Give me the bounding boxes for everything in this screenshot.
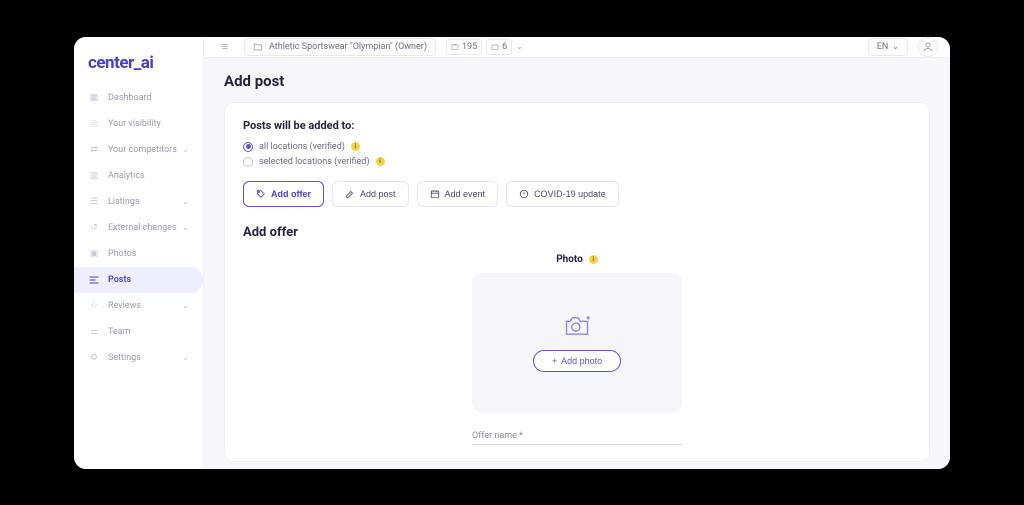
post-form-card: Posts will be added to: all locations (v… [224, 102, 930, 462]
offer-name-label: Offer name * [472, 431, 682, 441]
section-title: Add offer [243, 225, 911, 240]
calendar-icon [430, 189, 440, 199]
folder-label: Athletic Sportswear "Olympian" (Owner) [269, 42, 427, 52]
radio-label: selected locations (verified) [259, 157, 370, 167]
stat-verified: 195 [446, 39, 482, 55]
app-window: center_ai ▦ Dashboard ◎ Your visibility … [74, 37, 950, 469]
image-icon: ▣ [88, 248, 100, 260]
post-type-tabs: Add offer Add post Add event [243, 181, 911, 207]
gear-icon: ⚙ [88, 352, 100, 364]
chevron-down-icon: ⌄ [516, 42, 523, 51]
sidebar-item-label: External changes [108, 223, 182, 233]
topbar: ≡ Athletic Sportswear "Olympian" (Owner)… [204, 37, 950, 58]
radio-checked-icon [243, 142, 253, 152]
tab-label: COVID-19 update [534, 189, 606, 199]
language-label: EN [877, 42, 889, 52]
chevron-down-icon: ⌄ [182, 301, 189, 310]
tag-icon [256, 189, 266, 199]
sidebar-item-label: Your visibility [108, 119, 189, 129]
avatar[interactable] [918, 37, 938, 57]
chevron-down-icon: ⌄ [182, 353, 189, 362]
sidebar-item-label: Photos [108, 249, 189, 259]
add-photo-label: Add photo [561, 356, 602, 366]
sidebar: center_ai ▦ Dashboard ◎ Your visibility … [74, 37, 204, 469]
sidebar-item-label: Analytics [108, 171, 189, 181]
nav: ▦ Dashboard ◎ Your visibility ⇄ Your com… [74, 85, 203, 371]
main: ≡ Athletic Sportswear "Olympian" (Owner)… [204, 37, 950, 469]
chevron-down-icon: ⌄ [892, 42, 899, 51]
photo-label: Photo [556, 254, 583, 265]
photo-section: Photo i + Add phot [243, 254, 911, 445]
folder-selector[interactable]: Athletic Sportswear "Olympian" (Owner) [244, 38, 436, 56]
sidebar-item-settings[interactable]: ⚙ Settings ⌄ [74, 345, 203, 371]
tab-label: Add event [445, 189, 486, 199]
photo-dropzone[interactable]: + Add photo [472, 273, 682, 413]
chevron-down-icon: ⌄ [182, 197, 189, 206]
language-selector[interactable]: EN ⌄ [868, 38, 908, 56]
pencil-icon [345, 189, 355, 199]
stat-pending: 6 [486, 39, 512, 55]
folder-icon [253, 42, 263, 52]
add-photo-button[interactable]: + Add photo [533, 350, 621, 372]
sidebar-item-label: Settings [108, 353, 182, 363]
sidebar-item-team[interactable]: ⚌ Team [74, 319, 203, 345]
star-icon: ☆ [88, 300, 100, 312]
tab-add-post[interactable]: Add post [332, 181, 409, 207]
grid-icon: ▦ [88, 92, 100, 104]
sidebar-item-visibility[interactable]: ◎ Your visibility [74, 111, 203, 137]
logo-text: center_ai [88, 53, 153, 73]
scope-title: Posts will be added to: [243, 119, 911, 132]
sidebar-item-posts[interactable]: Posts [74, 267, 203, 293]
radio-all-locations[interactable]: all locations (verified) i [243, 142, 911, 152]
plus-icon: + [552, 356, 557, 366]
info-icon[interactable]: i [589, 255, 598, 264]
logo: center_ai [74, 47, 203, 85]
sidebar-item-external-changes[interactable]: ↺ External changes ⌄ [74, 215, 203, 241]
sidebar-item-competitors[interactable]: ⇄ Your competitors ⌄ [74, 137, 203, 163]
swap-icon: ↺ [88, 222, 100, 234]
chevron-down-icon: ⌄ [182, 223, 189, 232]
compare-icon: ⇄ [88, 144, 100, 156]
offer-name-input[interactable] [472, 444, 682, 445]
radio-selected-locations[interactable]: selected locations (verified) i [243, 157, 911, 167]
tab-label: Add post [360, 189, 396, 199]
sidebar-item-label: Team [108, 327, 189, 337]
sidebar-item-dashboard[interactable]: ▦ Dashboard [74, 85, 203, 111]
sidebar-item-photos[interactable]: ▣ Photos [74, 241, 203, 267]
eye-icon: ◎ [88, 118, 100, 130]
chevron-down-icon: ⌄ [182, 145, 189, 154]
tab-covid-update[interactable]: COVID-19 update [506, 181, 619, 207]
tab-add-event[interactable]: Add event [417, 181, 499, 207]
team-icon: ⚌ [88, 326, 100, 338]
photo-label-row: Photo i [556, 254, 598, 265]
sidebar-item-listings[interactable]: ☰ Listings ⌄ [74, 189, 203, 215]
sidebar-item-reviews[interactable]: ☆ Reviews ⌄ [74, 293, 203, 319]
tab-label: Add offer [271, 189, 311, 199]
sidebar-item-label: Dashboard [108, 93, 189, 103]
info-icon[interactable]: i [351, 142, 360, 151]
posts-icon [88, 274, 100, 286]
content: Add post Posts will be added to: all loc… [204, 58, 950, 469]
sidebar-item-label: Listings [108, 197, 182, 207]
sidebar-item-label: Posts [108, 275, 189, 285]
radio-unchecked-icon [243, 157, 253, 167]
alert-icon [519, 189, 529, 199]
menu-icon[interactable]: ≡ [216, 38, 234, 56]
sidebar-item-label: Reviews [108, 301, 182, 311]
page-title: Add post [224, 72, 930, 90]
tab-add-offer[interactable]: Add offer [243, 181, 324, 207]
radio-label: all locations (verified) [259, 142, 345, 152]
info-icon[interactable]: i [376, 157, 385, 166]
sidebar-item-label: Your competitors [108, 145, 182, 155]
location-stats[interactable]: 195 6 ⌄ [446, 39, 523, 55]
sidebar-item-analytics[interactable]: ▥ Analytics [74, 163, 203, 189]
camera-plus-icon [563, 314, 591, 338]
list-icon: ☰ [88, 196, 100, 208]
bars-icon: ▥ [88, 170, 100, 182]
